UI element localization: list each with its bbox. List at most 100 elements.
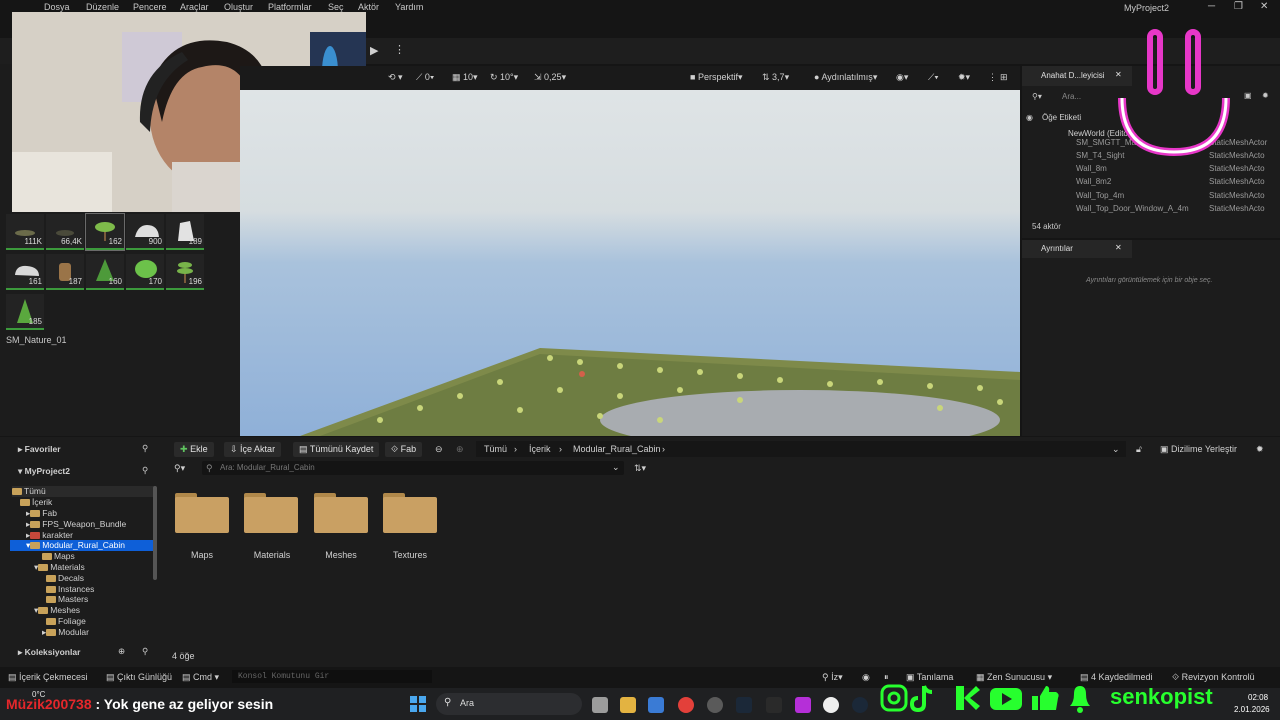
- menu-item-platforms[interactable]: Platformlar: [268, 2, 312, 12]
- minimize-icon[interactable]: ─: [1208, 1, 1215, 12]
- foliage-tile[interactable]: 170: [126, 254, 164, 290]
- tree-item[interactable]: Foliage: [46, 616, 86, 627]
- folder-tile[interactable]: [244, 493, 298, 533]
- foliage-tile[interactable]: 196: [166, 254, 204, 290]
- snap-grid[interactable]: ▦ 10▾: [452, 72, 478, 83]
- foliage-tile[interactable]: 189: [166, 214, 204, 250]
- foliage-tile[interactable]: 111K: [6, 214, 44, 250]
- breadcrumb-item[interactable]: İçerik: [529, 444, 551, 454]
- tree-item[interactable]: Decals: [46, 573, 84, 584]
- lock-icon[interactable]: 🔓︎: [1136, 444, 1142, 455]
- foliage-tile[interactable]: 185: [6, 294, 44, 330]
- dock-button[interactable]: ▣ Dizilime Yerleştir: [1160, 444, 1237, 455]
- import-button[interactable]: ⇩ İçe Aktar: [224, 442, 282, 457]
- breadcrumb-item[interactable]: Modular_Rural_Cabin: [573, 444, 661, 454]
- project-header[interactable]: ▾ MyProject2: [18, 466, 70, 477]
- foliage-tile[interactable]: 160: [86, 254, 124, 290]
- layout-icon[interactable]: ⊞: [1000, 72, 1008, 83]
- add-button[interactable]: ✚ Ekle: [174, 442, 214, 457]
- settings-icon[interactable]: ✹: [1262, 91, 1269, 100]
- sort-icon[interactable]: ⇅▾: [634, 463, 646, 474]
- chevron-down-icon[interactable]: ⌄: [1112, 444, 1120, 455]
- favorites-header[interactable]: ▸ Favoriler: [18, 444, 61, 455]
- add-icon[interactable]: ⊕: [118, 646, 125, 657]
- steam-icon[interactable]: [736, 697, 752, 713]
- search-input[interactable]: ⚲ Ara: Modular_Rural_Cabin ⌄: [202, 461, 624, 475]
- tree-item[interactable]: ▸ Modular: [42, 627, 89, 638]
- close-icon[interactable]: ✕: [1115, 243, 1122, 252]
- store-icon[interactable]: [648, 697, 664, 713]
- foliage-tile[interactable]: 900: [126, 214, 164, 250]
- tree-item[interactable]: Masters: [46, 594, 88, 605]
- chevron-down-icon[interactable]: ⌄: [612, 462, 620, 473]
- snap-scale[interactable]: ⇲ 0,25▾: [534, 72, 566, 83]
- play-icon[interactable]: ▶: [370, 44, 382, 57]
- taskbar-search[interactable]: ⚲ Ara: [436, 693, 582, 715]
- outliner-search[interactable]: Ara...: [1062, 92, 1081, 101]
- output-log-button[interactable]: ▤ Çıktı Günlüğü: [106, 672, 172, 683]
- back-icon[interactable]: ⊖: [435, 444, 443, 455]
- settings-icon[interactable]: ✹▾: [958, 72, 970, 83]
- folder-tile[interactable]: [314, 493, 368, 533]
- foliage-tile[interactable]: 161: [6, 254, 44, 290]
- menu-item-build[interactable]: Oluştur: [224, 2, 253, 12]
- settings-icon[interactable]: ✹: [1256, 444, 1264, 455]
- tree-item[interactable]: Tümü: [12, 486, 156, 497]
- task-view-icon[interactable]: [592, 697, 608, 713]
- menu-item-select[interactable]: Seç: [328, 2, 344, 12]
- transform-icon[interactable]: ⟲ ▾: [388, 72, 403, 83]
- details-tab[interactable]: Ayrıntılar ✕: [1022, 240, 1132, 258]
- folder-tile[interactable]: [175, 493, 229, 533]
- content-drawer-button[interactable]: ▤ İçerik Çekmecesi: [8, 672, 88, 683]
- forward-icon[interactable]: ⊕: [456, 444, 464, 455]
- snap-angle[interactable]: ↻ 10°▾: [490, 72, 518, 83]
- filter-icon[interactable]: ⚲▾: [1032, 92, 1042, 101]
- realtime-icon[interactable]: ⟋▾: [928, 72, 939, 83]
- camera-speed[interactable]: ⇅ 3,7▾: [762, 72, 789, 83]
- menu-item-tools[interactable]: Araçlar: [180, 2, 209, 12]
- filter-icon[interactable]: ⚲▾: [174, 463, 185, 474]
- chrome-icon[interactable]: [678, 697, 694, 713]
- steam-icon[interactable]: [852, 697, 868, 713]
- tree-item[interactable]: ▾ Materials: [34, 562, 85, 573]
- tree-item-selected[interactable]: ▾ Modular_Rural_Cabin: [10, 540, 153, 551]
- app-icon[interactable]: [707, 697, 723, 713]
- menu-item-edit[interactable]: Düzenle: [86, 2, 119, 12]
- maximize-icon[interactable]: ❐: [1234, 1, 1243, 12]
- app-icon[interactable]: [795, 697, 811, 713]
- search-icon[interactable]: ⚲: [142, 465, 148, 476]
- cmd-dropdown[interactable]: ▤ Cmd ▾: [182, 672, 219, 683]
- close-icon[interactable]: ✕: [1260, 1, 1268, 12]
- file-explorer-icon[interactable]: [620, 697, 636, 713]
- search-icon[interactable]: ⚲: [142, 443, 148, 454]
- epic-games-icon[interactable]: [766, 697, 782, 713]
- menu-item-help[interactable]: Yardım: [395, 2, 423, 12]
- record-icon[interactable]: ◉: [862, 672, 870, 683]
- menu-item-file[interactable]: Dosya: [44, 2, 70, 12]
- windows-start-icon[interactable]: [410, 696, 426, 712]
- more-icon[interactable]: ⋮: [988, 72, 997, 83]
- tree-item[interactable]: ▾ Meshes: [34, 605, 80, 616]
- view-mode-dropdown[interactable]: ■ Perspektif▾: [690, 72, 743, 83]
- tree-item[interactable]: Maps: [42, 551, 75, 562]
- snap-rotate[interactable]: ⟋ 0▾: [416, 72, 434, 83]
- folder-icon[interactable]: ▣: [1244, 91, 1252, 100]
- breadcrumb-item[interactable]: Tümü: [484, 444, 507, 454]
- fab-button[interactable]: ⟐ Fab: [385, 442, 423, 457]
- folder-tile[interactable]: [383, 493, 437, 533]
- foliage-tile[interactable]: 66,4K: [46, 214, 84, 250]
- foliage-tile[interactable]: 187: [46, 254, 84, 290]
- tree-item[interactable]: ▸ FPS_Weapon_Bundle: [26, 519, 126, 530]
- save-all-button[interactable]: ▤ Tümünü Kaydet: [293, 442, 380, 457]
- search-icon[interactable]: ⚲: [142, 646, 148, 657]
- visibility-icon[interactable]: ◉: [1026, 113, 1033, 122]
- tree-scrollbar[interactable]: [153, 486, 157, 580]
- menu-item-actor[interactable]: Aktör: [358, 2, 379, 12]
- collections-header[interactable]: ▸ Koleksiyonlar: [18, 647, 80, 658]
- show-icon[interactable]: ◉▾: [896, 72, 908, 83]
- menu-item-window[interactable]: Pencere: [133, 2, 167, 12]
- trace-button[interactable]: ⚲ İz▾: [822, 672, 843, 683]
- more-options-icon[interactable]: ⋮: [394, 43, 405, 56]
- lighting-dropdown[interactable]: ● Aydınlatılmış▾: [814, 72, 877, 83]
- tree-item[interactable]: ▸ Fab: [26, 508, 57, 519]
